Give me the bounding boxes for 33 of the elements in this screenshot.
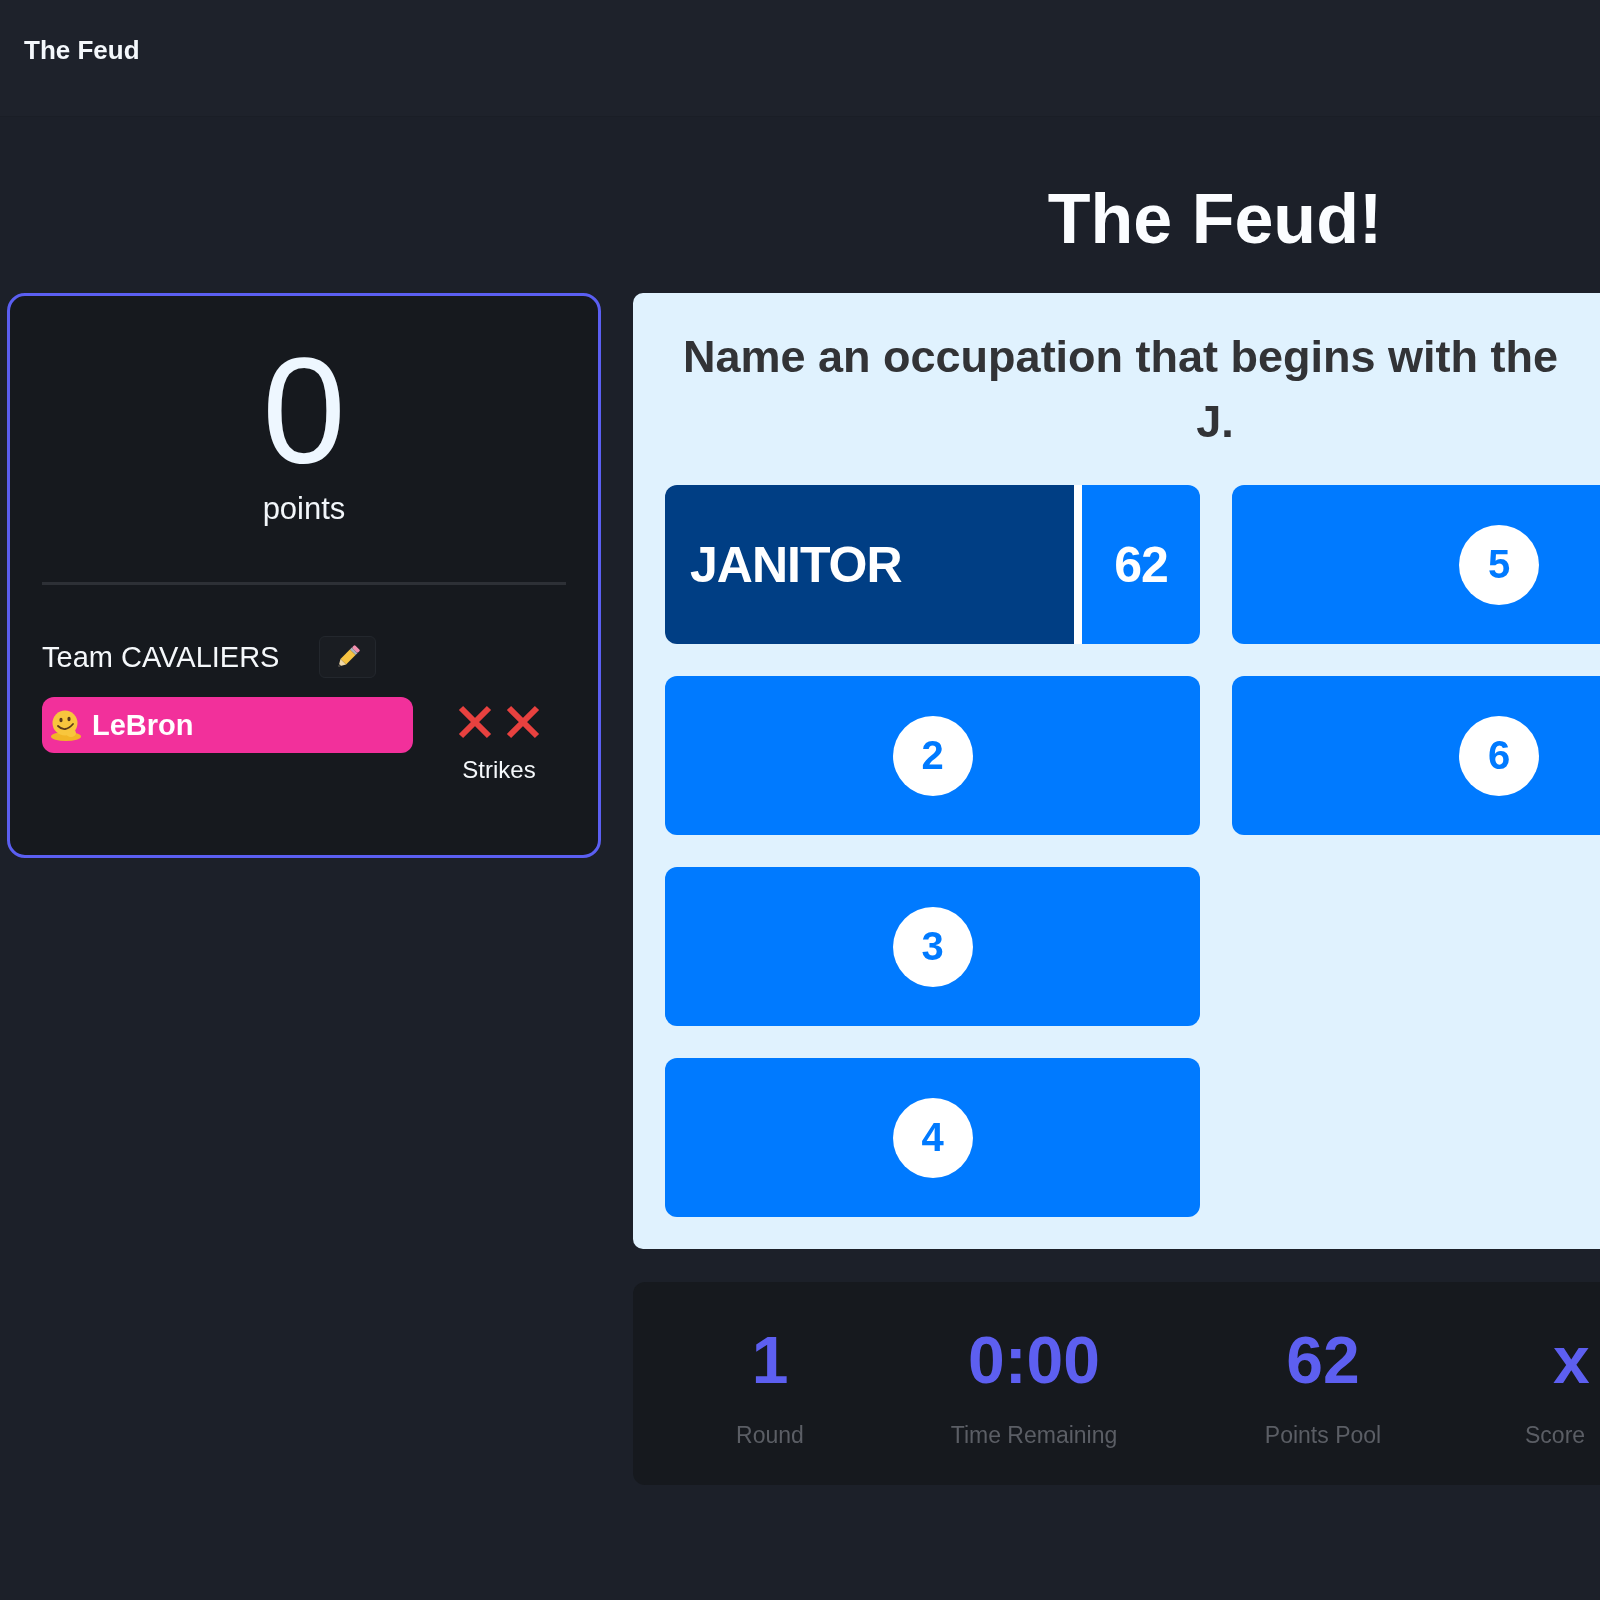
strike-cross-icon <box>506 705 540 739</box>
answer-tile[interactable]: 4 <box>665 1058 1200 1217</box>
edit-button[interactable] <box>319 636 377 678</box>
stat-label: Score <box>1525 1421 1586 1450</box>
strikes-label: Strikes <box>462 755 536 784</box>
answer-tile[interactable]: 5 <box>1232 485 1600 644</box>
score-label: points <box>262 490 346 528</box>
player-name: LeBron <box>92 708 194 742</box>
answer-text: JANITOR <box>665 485 1074 644</box>
answer-tile[interactable]: JANITOR 62 <box>665 485 1200 644</box>
stat-label: Points Pool <box>1264 1421 1382 1450</box>
answer-number: 5 <box>1459 524 1539 605</box>
answer-number: 4 <box>892 1097 973 1178</box>
team-score: 0 <box>262 336 346 486</box>
answer-tile[interactable]: 3 <box>665 867 1200 1026</box>
stat-value: 62 <box>1286 1327 1360 1393</box>
answer-number: 6 <box>1459 715 1539 796</box>
strike-cross-icon <box>458 705 492 739</box>
melting-face-icon <box>50 709 82 741</box>
answer-tile[interactable]: 2 <box>665 676 1200 835</box>
stat-value: x <box>1553 1327 1590 1393</box>
answer-number: 3 <box>892 906 973 987</box>
answer-tile[interactable]: 6 <box>1232 676 1600 835</box>
game-title: The Feud! <box>1047 183 1383 255</box>
team-name: Team CAVALIERS <box>42 640 280 675</box>
stat-value: 0:00 <box>967 1327 1101 1393</box>
answer-number: 2 <box>892 715 973 796</box>
answer-points: 62 <box>1082 485 1200 644</box>
stat-label: Round <box>736 1421 804 1450</box>
stat-value: 1 <box>751 1327 789 1393</box>
app-title: The Feud <box>24 34 140 66</box>
question-text: Name an occupation that begins with the J. <box>683 330 1560 449</box>
stat-label: Time Remaining <box>950 1421 1118 1450</box>
